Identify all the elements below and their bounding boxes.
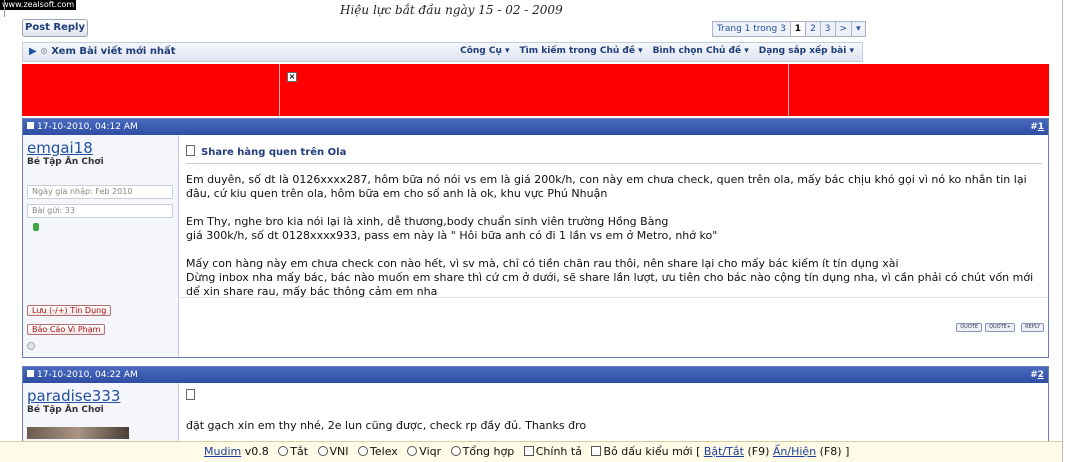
post-paragraph: Mấy con hàng này em chưa check con nào h…: [186, 257, 1034, 298]
radio-off[interactable]: [278, 446, 289, 456]
post-1: 17-10-2010, 04:12 AM #1 emgai18 Bé Tập Ă…: [22, 118, 1049, 358]
thread-toolbar: ▶ ⊙ Xem Bài viết mới nhất Công Cụ ▾ Tìm …: [22, 42, 863, 62]
message-pane: đặt gạch xin em thy nhé, 2e lun cũng đượ…: [180, 383, 1048, 445]
search-thread-menu[interactable]: Tìm kiếm trong Chủ đề ▾: [520, 46, 643, 56]
page-menu-chevron-icon[interactable]: ▾: [852, 22, 865, 36]
document-icon: [186, 145, 195, 156]
post-body: đặt gạch xin em thy nhé, 2e lun cũng đượ…: [186, 419, 587, 432]
radio-vni[interactable]: [317, 446, 328, 456]
ad-banner[interactable]: [22, 64, 1049, 116]
post-header: 17-10-2010, 04:12 AM #1: [23, 119, 1048, 135]
username-link[interactable]: paradise333: [27, 387, 120, 405]
broken-image-icon: ×: [287, 72, 297, 82]
expand-circle-icon: ⊙: [40, 47, 48, 57]
left-rule: [4, 0, 5, 17]
post-paragraph: Em duyên, số dt là 0126xxxx287, hôm bữa …: [186, 173, 1027, 200]
post-date: 17-10-2010, 04:22 AM: [37, 370, 138, 380]
next-page-link[interactable]: >: [836, 22, 853, 36]
post-count: Bài gửi: 33: [27, 204, 173, 218]
post-title: [186, 389, 201, 402]
radio-viqr[interactable]: [407, 446, 418, 456]
username-link[interactable]: emgai18: [27, 139, 93, 157]
join-date: Ngày gia nhập: Feb 2010: [27, 185, 173, 199]
post-status-icon: [27, 122, 34, 129]
radio-combined[interactable]: [450, 446, 461, 456]
spellcheck-checkbox[interactable]: [523, 446, 534, 456]
page-link-2[interactable]: 2: [806, 22, 821, 36]
show-hide-shortcut: (F8): [819, 445, 842, 458]
post-number[interactable]: #1: [1030, 119, 1044, 135]
toggle-link[interactable]: Bật/Tắt: [704, 445, 744, 458]
bracket-close: ]: [845, 445, 850, 458]
page-link-3[interactable]: 3: [821, 22, 836, 36]
reputation-button[interactable]: Lưu (-/+) Tín Dụng: [27, 305, 112, 316]
mudim-version: v0.8: [244, 445, 269, 458]
multiquote-button[interactable]: QUOTE+: [985, 323, 1015, 332]
user-title: Bé Tập Ăn Chơi: [27, 405, 104, 415]
banner-divider: [279, 64, 280, 116]
post-paragraph: Em Thy, nghe bro kia nói lại là xinh, dễ…: [186, 215, 718, 242]
show-hide-link[interactable]: Ẩn/Hiện: [773, 445, 816, 458]
post-header: 17-10-2010, 04:22 AM #2: [23, 367, 1048, 383]
page-navigation: Trang 1 trong 3 1 2 3 > ▾: [712, 21, 866, 37]
offline-status-icon: [27, 342, 35, 350]
tools-menu[interactable]: Công Cụ ▾: [460, 46, 509, 56]
post-footer-divider: [180, 297, 1048, 298]
post-status-icon: [27, 370, 34, 377]
user-info-pane: paradise333 Bé Tập Ăn Chơi: [23, 383, 179, 445]
view-newest-post-link[interactable]: ▶ ⊙ Xem Bài viết mới nhất: [29, 46, 176, 57]
message-pane: Share hàng quen trên Ola Em duyên, số dt…: [180, 135, 1048, 357]
mudim-link[interactable]: Mudim: [204, 445, 241, 458]
reputation-icon: [33, 223, 39, 231]
toolbar-menus: Công Cụ ▾ Tìm kiếm trong Chủ đề ▾ Bình c…: [460, 46, 854, 56]
radio-telex[interactable]: [358, 446, 369, 456]
rate-thread-menu[interactable]: Bình chọn Chủ đề ▾: [653, 46, 749, 56]
mudim-input-bar: Mudim v0.8 Tắt VNI Telex Viqr Tổng hợp C…: [0, 441, 1062, 462]
page-label: Trang 1 trong 3: [713, 22, 791, 36]
mudim-controls: Mudim v0.8 Tắt VNI Telex Viqr Tổng hợp C…: [204, 445, 850, 458]
new-accent-checkbox[interactable]: [591, 446, 602, 456]
post-date: 17-10-2010, 04:12 AM: [37, 122, 138, 132]
banner-divider: [788, 64, 789, 116]
effective-date-text: Hiệu lực bắt đầu ngày 15 - 02 - 2009: [340, 3, 563, 17]
report-button[interactable]: Báo Cáo Vi Phạm: [27, 324, 106, 335]
toggle-shortcut: (F9): [747, 445, 770, 458]
document-icon: [186, 389, 195, 400]
watermark: www.zealsoft.com: [0, 0, 77, 10]
play-triangle-icon: ▶: [29, 46, 37, 57]
user-avatar: [27, 427, 129, 439]
quote-button[interactable]: QUOTE: [956, 323, 982, 332]
post-reply-button[interactable]: Post Reply: [22, 19, 88, 37]
user-title: Bé Tập Ăn Chơi: [27, 157, 104, 167]
bracket-open: [: [696, 445, 701, 458]
post-title: Share hàng quen trên Ola: [186, 145, 346, 158]
reply-button[interactable]: REPLY: [1021, 323, 1044, 332]
post-2: 17-10-2010, 04:22 AM #2 paradise333 Bé T…: [22, 366, 1049, 446]
post-number[interactable]: #2: [1030, 367, 1044, 383]
user-info-pane: emgai18 Bé Tập Ăn Chơi Ngày gia nhập: Fe…: [23, 135, 179, 357]
title-divider: [186, 163, 1042, 164]
display-mode-menu[interactable]: Dạng sắp xếp bài ▾: [759, 46, 854, 56]
page-link-1[interactable]: 1: [790, 22, 807, 36]
window-scroll-edge: [1062, 0, 1063, 462]
post-body: Em duyên, số dt là 0126xxxx287, hôm bữa …: [186, 173, 1040, 299]
